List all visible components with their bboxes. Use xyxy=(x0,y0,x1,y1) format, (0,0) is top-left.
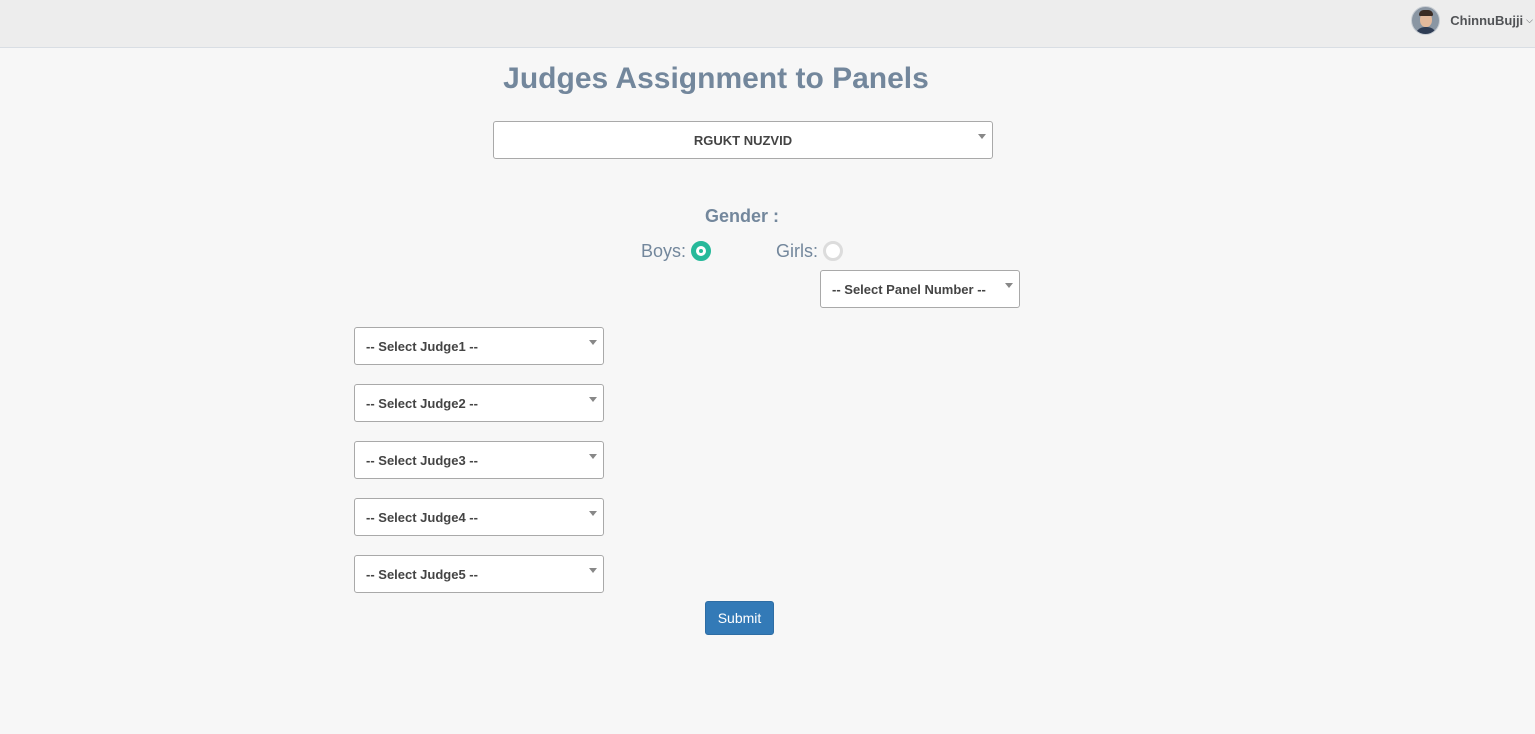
top-navbar: ChinnuBujji ⌵ xyxy=(0,0,1535,48)
dropdown-arrow-icon xyxy=(1005,283,1013,288)
girls-label: Girls: xyxy=(776,240,818,261)
user-avatar xyxy=(1411,5,1441,35)
college-select-value: RGUKT NUZVID xyxy=(693,132,793,148)
dropdown-arrow-icon xyxy=(589,511,597,516)
judge4-select[interactable]: -- Select Judge4 -- xyxy=(354,498,604,536)
judge5-select-value: -- Select Judge5 -- xyxy=(366,566,478,582)
chevron-down-icon: ⌵ xyxy=(1526,15,1533,25)
panel-select-value: -- Select Panel Number -- xyxy=(832,281,986,297)
gender-label: Gender : xyxy=(704,206,779,226)
gender-option-girls: Girls: xyxy=(776,240,843,262)
judge1-select-value: -- Select Judge1 -- xyxy=(366,338,478,354)
judge2-select-value: -- Select Judge2 -- xyxy=(366,395,478,411)
username: ChinnuBujji xyxy=(1450,12,1524,28)
gender-option-boys: Boys: xyxy=(641,240,712,262)
dropdown-arrow-icon xyxy=(589,340,597,345)
college-select[interactable]: RGUKT NUZVID xyxy=(493,121,993,159)
panel-number-select[interactable]: -- Select Panel Number -- xyxy=(820,270,1020,308)
submit-button[interactable]: Submit xyxy=(705,601,774,635)
dropdown-arrow-icon xyxy=(978,134,986,139)
judge3-select[interactable]: -- Select Judge3 -- xyxy=(354,441,604,479)
dropdown-arrow-icon xyxy=(589,568,597,573)
dropdown-arrow-icon xyxy=(589,454,597,459)
judge4-select-value: -- Select Judge4 -- xyxy=(366,509,478,525)
girls-radio[interactable] xyxy=(823,241,843,261)
dropdown-arrow-icon xyxy=(589,397,597,402)
boys-radio[interactable] xyxy=(691,241,712,261)
judge5-select[interactable]: -- Select Judge5 -- xyxy=(354,555,604,593)
user-profile-menu[interactable]: ChinnuBujji ⌵ xyxy=(1411,5,1533,35)
judge1-select[interactable]: -- Select Judge1 -- xyxy=(354,327,604,365)
judge3-select-value: -- Select Judge3 -- xyxy=(366,452,478,468)
boys-label: Boys: xyxy=(641,240,687,261)
judge2-select[interactable]: -- Select Judge2 -- xyxy=(354,384,604,422)
page-title: Judges Assignment to Panels xyxy=(503,62,929,95)
